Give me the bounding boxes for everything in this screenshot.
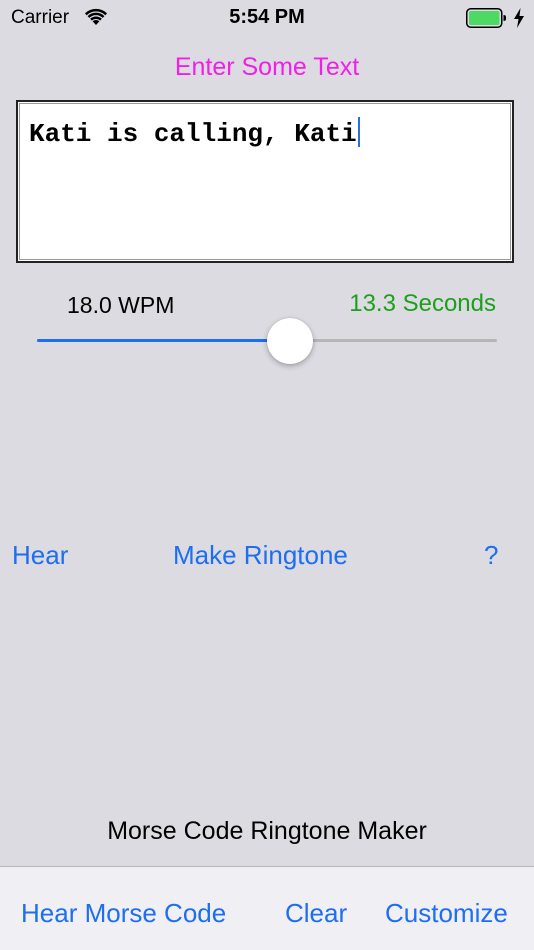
app-title: Morse Code Ringtone Maker [107, 817, 427, 845]
prompt-label: Enter Some Text [174, 53, 360, 81]
battery-icon [466, 8, 506, 28]
status-time: 5:54 PM [229, 6, 305, 28]
text-entry-value: Kati is calling, Kati [29, 119, 357, 149]
slider-thumb[interactable] [267, 318, 313, 364]
text-cursor [357, 117, 360, 147]
customize-button[interactable]: Customize [385, 898, 508, 929]
help-button[interactable]: ? [484, 540, 498, 571]
text-entry-field[interactable]: Kati is calling, Kati [16, 100, 514, 263]
slider-fill [37, 339, 290, 342]
speed-slider[interactable] [37, 312, 497, 370]
status-bar: Carrier 5:54 PM [0, 0, 534, 36]
make-ringtone-button[interactable]: Make Ringtone [173, 540, 348, 571]
hear-button[interactable]: Hear [12, 540, 68, 571]
text-entry-value-row: Kati is calling, Kati [29, 117, 360, 149]
charging-bolt-icon [514, 8, 524, 28]
hear-morse-code-button[interactable]: Hear Morse Code [21, 898, 226, 929]
clear-button[interactable]: Clear [285, 898, 347, 929]
bottom-toolbar: Hear Morse Code Clear Customize [0, 866, 534, 950]
